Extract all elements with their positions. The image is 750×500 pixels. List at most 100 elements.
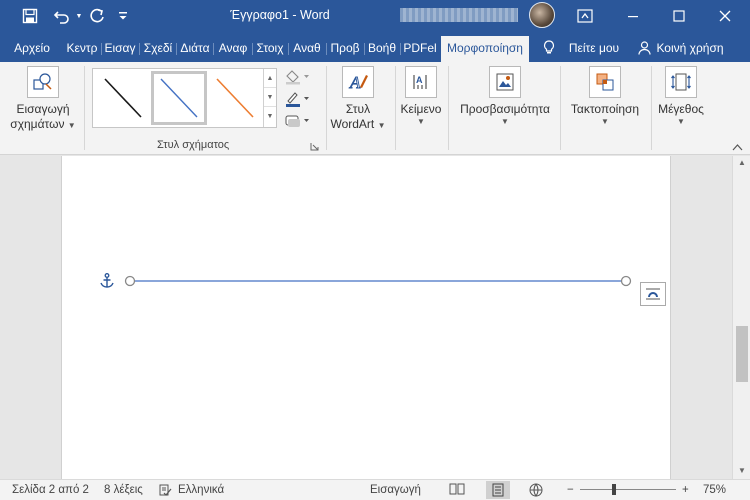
chevron-down-icon: ▼ — [677, 117, 685, 126]
print-layout-icon[interactable] — [486, 481, 510, 499]
chevron-down-icon: ▼ — [501, 117, 509, 126]
zoom-slider-thumb[interactable] — [612, 484, 616, 495]
undo-dropdown-icon[interactable]: ▼ — [74, 0, 84, 32]
tab-layout[interactable]: Διάτα — [178, 36, 212, 62]
group-separator — [448, 66, 449, 150]
style-item[interactable] — [151, 71, 207, 125]
zoom-out-button[interactable]: − — [567, 482, 574, 498]
shape-styles-gallery: ▲ ▼ ▼ — [92, 68, 277, 128]
tab-separator — [400, 43, 401, 55]
group-separator — [84, 66, 85, 150]
resize-handle-start[interactable] — [124, 275, 136, 287]
size-label: Μέγεθος — [658, 102, 704, 116]
gallery-more-icon[interactable]: ▼ — [264, 107, 276, 126]
language[interactable]: Ελληνικά — [178, 482, 224, 498]
proofing-icon[interactable] — [158, 483, 172, 500]
ribbon-tabs: Αρχείο Κεντρ Εισαγ Σχεδί Διάτα Αναφ Στοι… — [0, 32, 750, 62]
arrange-button[interactable]: Τακτοποίηση ▼ — [562, 66, 648, 127]
lightbulb-icon[interactable] — [540, 36, 558, 62]
status-bar: Σελίδα 2 από 2 8 λέξεις Ελληνικά Εισαγωγ… — [0, 479, 750, 500]
word-count[interactable]: 8 λέξεις — [104, 482, 143, 498]
scroll-down-icon[interactable]: ▼ — [733, 464, 750, 478]
avatar[interactable] — [529, 2, 555, 28]
tab-mailings[interactable]: Στοιχ — [254, 36, 286, 62]
accessibility-button[interactable]: Προσβασιμότητα ▼ — [456, 66, 554, 127]
tab-separator — [213, 43, 214, 55]
gallery-up-icon[interactable]: ▲ — [264, 69, 276, 88]
selected-line-shape[interactable] — [120, 272, 635, 290]
ribbon-display-icon[interactable] — [562, 0, 608, 32]
maximize-icon[interactable] — [656, 0, 702, 32]
gallery-down-icon[interactable]: ▼ — [264, 88, 276, 107]
tab-review[interactable]: Αναθ — [290, 36, 324, 62]
customize-icon[interactable] — [114, 0, 132, 32]
tab-separator — [139, 43, 140, 55]
tab-separator — [101, 43, 102, 55]
anchor-icon[interactable] — [98, 272, 118, 290]
redo-icon[interactable] — [86, 0, 108, 32]
undo-icon[interactable] — [50, 0, 74, 32]
zoom-in-button[interactable]: + — [682, 482, 689, 498]
tab-separator — [364, 43, 365, 55]
wordart-label-2: WordArt — [330, 117, 375, 131]
share-button[interactable]: Κοινή χρήση — [654, 36, 726, 62]
document-page[interactable] — [61, 156, 671, 479]
vertical-scrollbar[interactable]: ▲ ▼ — [732, 156, 750, 479]
wordart-label-1: Στυλ — [345, 102, 371, 116]
wordart-styles-button[interactable]: A Στυλ WordArt ▼ — [326, 66, 390, 132]
title-bar: ▼ Έγγραφο1 - Word — [0, 0, 750, 32]
style-item[interactable] — [207, 71, 263, 125]
chevron-down-icon: ▼ — [67, 121, 76, 130]
tab-pdfelement[interactable]: PDFel — [402, 36, 438, 62]
tab-separator — [252, 43, 253, 55]
zoom-level[interactable]: 75% — [703, 482, 726, 498]
size-button[interactable]: Μέγεθος ▼ — [652, 66, 710, 127]
tab-file[interactable]: Αρχείο — [6, 36, 58, 62]
insert-shapes-label-1: Εισαγωγή — [16, 102, 70, 116]
resize-handle-end[interactable] — [620, 275, 632, 287]
shape-effects-button[interactable] — [283, 110, 313, 130]
alt-text-icon — [489, 66, 521, 98]
chevron-down-icon: ▼ — [601, 117, 609, 126]
read-mode-icon[interactable] — [449, 482, 469, 499]
text-direction-icon: A — [405, 66, 437, 98]
tab-insert[interactable]: Εισαγ — [103, 36, 137, 62]
shapes-icon — [27, 66, 59, 98]
tab-home[interactable]: Κεντρ — [64, 36, 100, 62]
insert-mode[interactable]: Εισαγωγή — [370, 482, 421, 498]
text-button[interactable]: A Κείμενο ▼ — [396, 66, 446, 127]
user-icon[interactable] — [636, 36, 652, 62]
page-count[interactable]: Σελίδα 2 από 2 — [12, 482, 89, 498]
save-icon[interactable] — [18, 0, 42, 32]
tab-format[interactable]: Μορφοποίηση — [441, 36, 529, 62]
shape-outline-button[interactable] — [283, 88, 313, 108]
tab-references[interactable]: Αναφ — [215, 36, 251, 62]
dialog-launcher-icon[interactable] — [310, 140, 320, 151]
tab-separator — [288, 43, 289, 55]
insert-shapes-button[interactable]: Εισαγωγή σχημάτων ▼ — [8, 66, 78, 132]
size-icon — [665, 66, 697, 98]
arrange-label: Τακτοποίηση — [570, 102, 640, 116]
shape-styles-label: Στυλ σχήματος — [157, 139, 230, 151]
wordart-icon: A — [342, 66, 374, 98]
scroll-thumb[interactable] — [736, 326, 748, 382]
style-item[interactable] — [95, 71, 151, 125]
scroll-up-icon[interactable]: ▲ — [733, 156, 750, 170]
account-name — [400, 8, 518, 22]
layout-options-icon[interactable] — [640, 282, 666, 306]
tell-me-search[interactable]: Πείτε μου — [564, 36, 624, 62]
chevron-down-icon: ▼ — [417, 117, 425, 126]
minimize-icon[interactable] — [610, 0, 656, 32]
zoom-slider[interactable] — [580, 489, 676, 490]
group-separator — [560, 66, 561, 150]
svg-text:A: A — [349, 73, 361, 92]
tab-help[interactable]: Βοήθ — [366, 36, 398, 62]
tab-design[interactable]: Σχεδί — [141, 36, 175, 62]
insert-shapes-label-2: σχημάτων — [10, 117, 65, 131]
tab-view[interactable]: Προβ — [328, 36, 362, 62]
gallery-scroll[interactable]: ▲ ▼ ▼ — [263, 69, 276, 127]
shape-fill-button[interactable] — [283, 66, 313, 86]
collapse-ribbon-icon[interactable] — [732, 140, 744, 151]
web-layout-icon[interactable] — [528, 482, 548, 499]
close-icon[interactable] — [702, 0, 748, 32]
